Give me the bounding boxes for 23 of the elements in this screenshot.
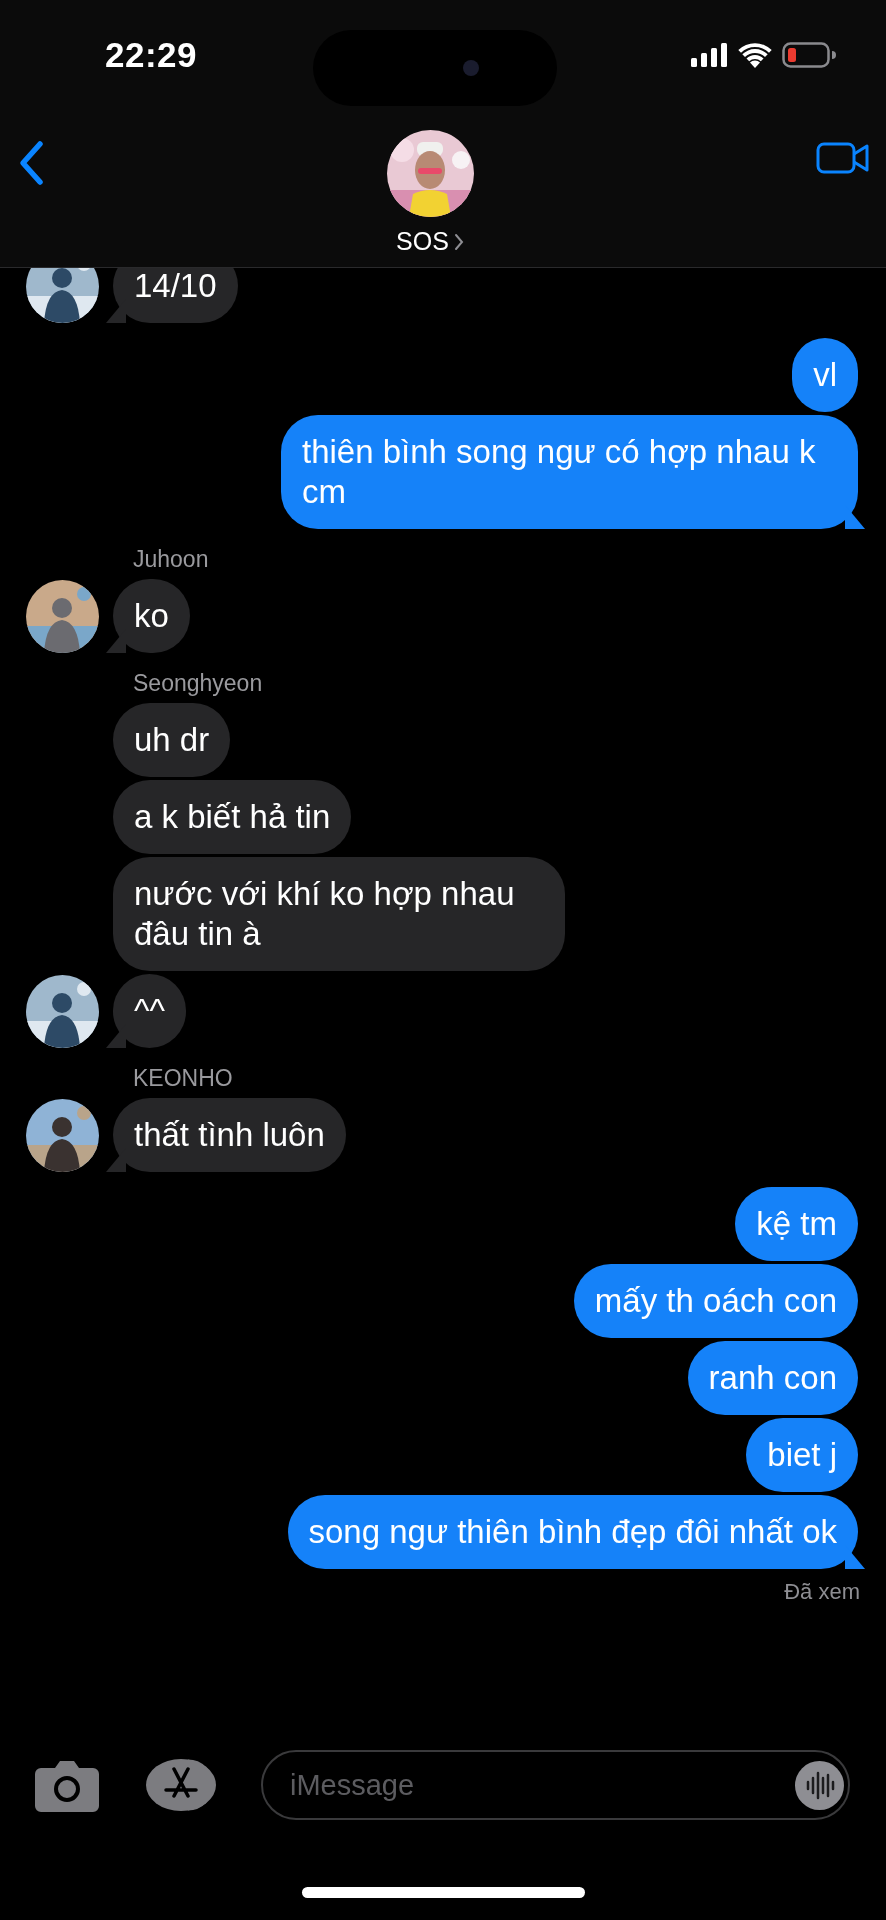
sent-message: ranh con (687, 1341, 858, 1415)
sent-message: biet j (746, 1418, 858, 1492)
status-time: 22:29 (105, 35, 198, 75)
contact-name[interactable]: SOS (396, 227, 449, 256)
back-icon[interactable] (18, 140, 44, 186)
signal-icon (691, 43, 728, 67)
sender-name: Seonghyeon (133, 669, 264, 697)
chevron-icon[interactable] (453, 232, 464, 251)
video-camera-icon[interactable] (816, 140, 870, 176)
message-field[interactable]: iMessage (261, 1750, 850, 1820)
sender-name: KEONHO (133, 1064, 234, 1092)
received-message: a k biết hả tin (113, 780, 352, 854)
received-message: nước với khí ko hợp nhau đâu tin à (113, 857, 565, 971)
sent-message: mấy th oách con (573, 1264, 858, 1338)
waveform-icon[interactable] (795, 1761, 844, 1810)
read-receipt: Đã xem (783, 1579, 860, 1605)
received-message: uh dr (113, 703, 231, 777)
sent-message: vl (792, 338, 858, 412)
battery-icon (782, 42, 836, 68)
wifi-icon (738, 42, 772, 68)
sender-name: Juhoon (133, 545, 210, 573)
sent-message: kệ tm (735, 1187, 858, 1261)
camera-icon[interactable] (35, 1758, 99, 1812)
